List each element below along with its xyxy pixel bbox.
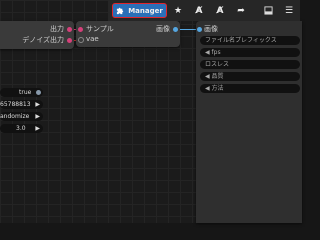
output-port-label: 出力	[50, 25, 64, 33]
lossless-field[interactable]: ロスレス	[200, 60, 300, 69]
share-button[interactable]: ➦	[232, 3, 250, 18]
font-a-2-button[interactable]: A̸	[211, 3, 229, 18]
method-label: ◀ 方法	[205, 85, 224, 92]
toggle-knob-icon	[36, 90, 41, 95]
main-menu-button[interactable]: ☰	[280, 3, 298, 18]
fps-label: ◀ fps	[205, 49, 221, 56]
puzzle-icon	[117, 7, 124, 15]
filename-prefix-field[interactable]: ファイル名プレフィックス	[200, 36, 300, 45]
image-input-port[interactable]	[197, 27, 202, 32]
sample-input-port[interactable]	[78, 27, 83, 32]
cfg-value: 3.0	[16, 125, 26, 132]
font-a-2-icon: A̸	[216, 5, 224, 16]
fps-field[interactable]: ◀ fps	[200, 48, 300, 57]
output-port[interactable]	[67, 27, 72, 32]
panel-icon	[263, 6, 273, 15]
star-icon: ★	[173, 5, 183, 16]
panel-toggle-button[interactable]	[259, 3, 277, 18]
sampler-node[interactable]: 出力 デノイズ出力	[0, 21, 74, 49]
manager-button[interactable]: Manager	[112, 3, 167, 18]
toggle-widget[interactable]: true	[0, 88, 43, 97]
star-button[interactable]: ★	[169, 3, 187, 18]
share-arrow-icon: ➦	[237, 5, 245, 16]
manager-label: Manager	[128, 6, 163, 15]
font-a-button[interactable]: A̸	[190, 3, 208, 18]
quality-label: ◀ 品質	[205, 73, 224, 80]
cfg-widget[interactable]: 3.0 ▶	[0, 124, 43, 133]
quality-field[interactable]: ◀ 品質	[200, 72, 300, 81]
hamburger-menu-icon: ☰	[284, 5, 294, 16]
increment-arrow-icon[interactable]: ▶	[35, 100, 40, 109]
vae-input-port[interactable]	[78, 37, 84, 43]
control-after-generate-widget[interactable]: andomize ▶	[0, 112, 43, 121]
font-a-icon: A̸	[195, 5, 203, 16]
image-output-label: 画像	[156, 25, 170, 33]
image-output-port[interactable]	[173, 27, 178, 32]
denoise-output-port-label: デノイズ出力	[22, 36, 64, 44]
vae-input-label: vae	[86, 35, 99, 43]
image-input-label: 画像	[204, 25, 218, 33]
control-value: andomize	[0, 113, 30, 120]
filename-prefix-label: ファイル名プレフィックス	[205, 37, 277, 44]
vae-decode-node[interactable]: サンプル vae 画像	[76, 21, 180, 47]
increment-arrow-icon[interactable]: ▶	[35, 112, 40, 121]
increment-arrow-icon[interactable]: ▶	[35, 124, 40, 133]
sample-input-label: サンプル	[86, 25, 114, 33]
lossless-label: ロスレス	[205, 61, 230, 68]
method-field[interactable]: ◀ 方法	[200, 84, 300, 93]
toggle-value: true	[19, 89, 32, 96]
seed-widget[interactable]: 65788813 ▶	[0, 100, 43, 109]
denoise-output-port[interactable]	[67, 38, 72, 43]
seed-value: 65788813	[0, 101, 31, 108]
